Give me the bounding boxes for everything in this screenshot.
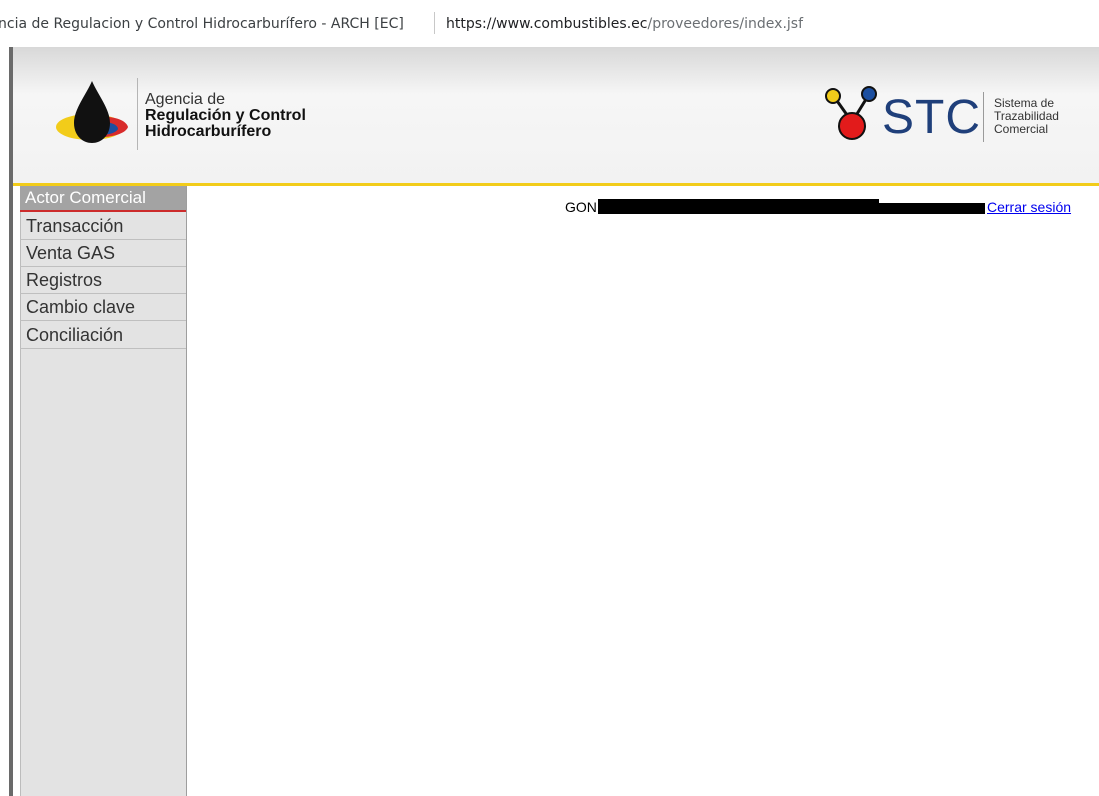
user-name: GON <box>565 199 597 215</box>
sidebar-heading: Actor Comercial <box>20 186 186 212</box>
sidebar-item-venta-gas[interactable]: Venta GAS <box>20 240 186 267</box>
arch-text-line1: Agencia de <box>145 91 226 108</box>
sidebar-item-registros[interactable]: Registros <box>20 267 186 294</box>
sidebar-item-cambio-clave[interactable]: Cambio clave <box>20 294 186 321</box>
arch-logo-divider <box>137 78 138 150</box>
stc-subtitle: Sistema de Trazabilidad Comercial <box>994 97 1059 136</box>
url-text[interactable]: https://www.combustibles.ec/proveedores/… <box>446 16 803 32</box>
sidebar-item-transaccion[interactable]: Transacción <box>20 213 186 240</box>
sidebar-item-conciliacion[interactable]: Conciliación <box>20 322 186 349</box>
redacted-user-id <box>879 203 985 214</box>
arch-text-line3: Hidrocarburífero <box>145 123 272 140</box>
logout-link[interactable]: Cerrar sesión <box>987 199 1071 215</box>
arch-text-line2: Regulación y Control <box>145 107 306 124</box>
stc-logo-text: STC <box>882 91 981 144</box>
site-title: ncia de Regulacion y Control Hidrocarbur… <box>0 16 404 32</box>
sidebar-menu: Actor Comercial Transacción Venta GAS Re… <box>20 186 187 796</box>
url-path: /proveedores/index.jsf <box>647 16 804 32</box>
arch-logo-icon <box>56 81 128 143</box>
stc-logo-divider <box>983 92 984 142</box>
redacted-user-name <box>598 199 879 214</box>
browser-address-bar[interactable]: ncia de Regulacion y Control Hidrocarbur… <box>0 0 1099 47</box>
arch-logo-text: Agencia de Regulación y Control Hidrocar… <box>145 92 306 140</box>
url-host: https://www.combustibles.ec <box>446 16 648 32</box>
stc-subtitle-line3: Comercial <box>994 122 1049 136</box>
stc-molecule-icon <box>825 86 877 140</box>
address-separator <box>434 12 435 34</box>
